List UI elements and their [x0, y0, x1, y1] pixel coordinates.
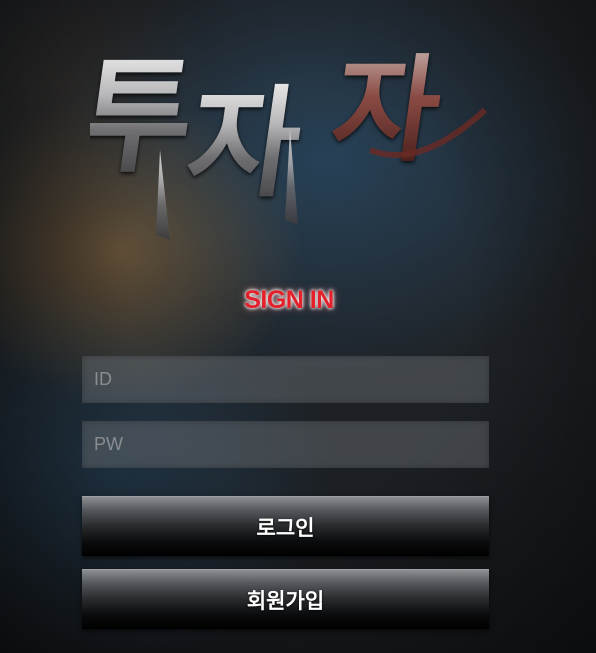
logo: 투 자 자	[68, 30, 510, 260]
signup-button-label: 회원가입	[246, 588, 325, 613]
signup-button[interactable]: 회원가입	[82, 569, 489, 629]
password-input[interactable]	[82, 421, 489, 468]
login-button[interactable]: 로그인	[82, 496, 489, 556]
page-title: SIGN IN	[244, 286, 334, 314]
logo-graphic: 투 자 자	[68, 43, 488, 240]
logo-char-3: 자	[324, 43, 449, 178]
login-button-label: 로그인	[256, 515, 315, 540]
id-input[interactable]	[82, 356, 489, 403]
